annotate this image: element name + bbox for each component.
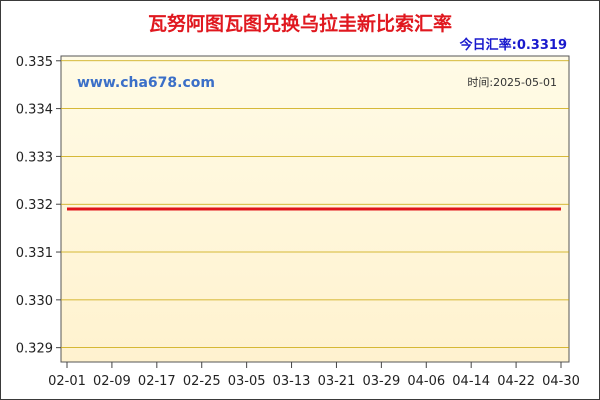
x-tick-label: 03-21 [318,374,356,389]
y-tick-label: 0.334 [16,103,53,118]
y-tick-label: 0.333 [16,150,53,165]
date-label: 时间:2025-05-01 [467,76,557,89]
x-tick-label: 02-09 [93,374,131,389]
x-tick-label: 02-01 [48,374,86,389]
x-axis: 02-01 02-09 02-17 02-25 03-05 03-13 03-21 03-29… [48,362,580,389]
x-tick-label: 03-05 [228,374,266,389]
y-tick-label: 0.335 [16,55,53,70]
y-tick-label: 0.330 [16,294,53,309]
y-tick-label: 0.329 [16,342,53,357]
y-tick-label: 0.332 [16,198,53,213]
x-tick-label: 04-22 [497,374,535,389]
x-tick-label: 03-29 [362,374,400,389]
x-tick-label: 04-06 [407,374,445,389]
x-tick-label: 03-13 [273,374,311,389]
x-tick-label: 04-14 [452,374,490,389]
y-axis: 0.335 0.334 0.333 0.332 0.331 0.330 0.329 [16,55,61,357]
x-tick-label: 04-30 [542,374,580,389]
site-watermark[interactable]: www.cha678.com [77,75,215,91]
y-tick-label: 0.331 [16,246,53,261]
exchange-rate-chart: 02-01 02-09 02-17 02-25 03-05 03-13 03-21 03-29… [16,55,580,389]
x-tick-label: 02-25 [183,374,221,389]
x-tick-label: 02-17 [138,374,176,389]
